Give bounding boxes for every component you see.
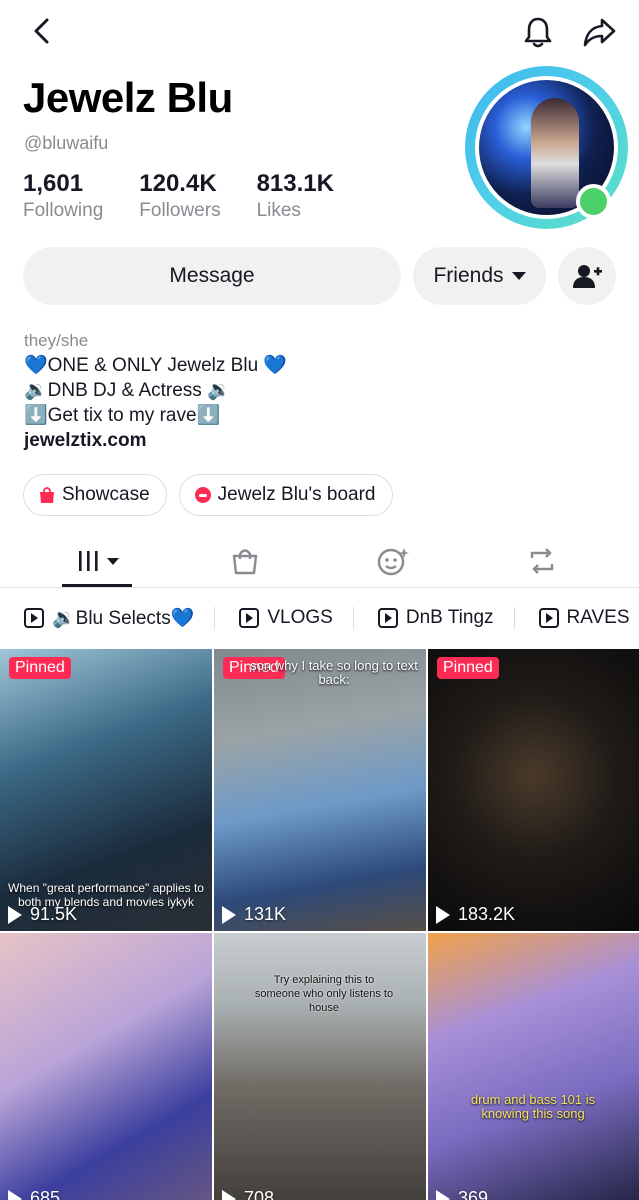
back-arrow-icon[interactable] bbox=[26, 14, 60, 48]
favorites-face-icon bbox=[377, 548, 409, 576]
bio-line: 💙ONE & ONLY Jewelz Blu 💙 bbox=[24, 355, 288, 376]
view-count-text: 131K bbox=[244, 904, 287, 924]
content-tabs bbox=[0, 534, 639, 588]
stat-value: 1,601 bbox=[23, 170, 84, 197]
board-icon bbox=[194, 487, 211, 503]
view-count-text: 369 bbox=[458, 1188, 489, 1200]
board-chip[interactable]: Jewelz Blu's board bbox=[178, 474, 393, 516]
add-user-icon bbox=[573, 265, 602, 288]
video-thumbnail[interactable]: drum and bass 101 is knowing this song 3… bbox=[428, 933, 639, 1200]
playlist-icon bbox=[239, 608, 260, 628]
video-caption: drum and bass 101 is knowing this song bbox=[470, 1092, 596, 1121]
chip-label: Jewelz Blu's board bbox=[217, 484, 376, 505]
view-count: 91.5K bbox=[8, 904, 77, 925]
play-icon bbox=[222, 1189, 236, 1200]
bell-icon[interactable] bbox=[520, 14, 556, 50]
video-thumbnail[interactable]: Try explaining this to someone who only … bbox=[214, 933, 426, 1200]
tab-shop[interactable] bbox=[215, 542, 275, 580]
profile-handle: @bluwaifu bbox=[24, 133, 109, 153]
playlist-item[interactable]: VLOGS bbox=[239, 607, 333, 629]
share-arrow-icon[interactable] bbox=[580, 14, 618, 50]
view-count: 183.2K bbox=[436, 904, 515, 925]
stat-label: Following bbox=[23, 200, 104, 221]
profile-actions: Message Friends bbox=[23, 247, 617, 305]
play-icon bbox=[8, 905, 22, 924]
profile-chips: Showcase Jewelz Blu's board bbox=[23, 474, 405, 516]
active-tab-indicator bbox=[62, 584, 132, 587]
repost-icon bbox=[530, 548, 554, 574]
tab-reposts[interactable] bbox=[512, 542, 572, 580]
stat-label: Likes bbox=[256, 200, 301, 221]
playlist-label: VLOGS bbox=[267, 607, 333, 628]
view-count-text: 183.2K bbox=[458, 904, 516, 924]
profile-name: Jewelz Blu bbox=[23, 74, 233, 121]
playlist-item[interactable]: 🔉Blu Selects💙 bbox=[24, 606, 194, 630]
video-thumbnail[interactable]: Pinned When "great performance" applies … bbox=[0, 649, 212, 931]
top-bar bbox=[0, 0, 639, 64]
view-count-text: 91.5K bbox=[30, 904, 78, 924]
friends-button[interactable]: Friends bbox=[413, 247, 546, 305]
playlist-label: DnB Tingz bbox=[405, 607, 494, 628]
stat-followers[interactable]: 120.4K Followers bbox=[139, 170, 220, 222]
view-count-text: 708 bbox=[244, 1188, 275, 1200]
video-thumbnail[interactable]: 685 bbox=[0, 933, 212, 1200]
divider bbox=[214, 607, 216, 629]
showcase-chip[interactable]: Showcase bbox=[23, 474, 167, 516]
online-status-indicator bbox=[576, 184, 611, 219]
stat-likes[interactable]: 813.1K Likes bbox=[257, 170, 334, 222]
video-thumbnail[interactable]: Pinned 183.2K bbox=[428, 649, 639, 931]
view-count: 708 bbox=[222, 1188, 274, 1200]
pinned-badge: Pinned bbox=[437, 657, 499, 679]
add-friend-button[interactable] bbox=[558, 247, 616, 305]
stat-value: 813.1K bbox=[256, 170, 334, 197]
chip-label: Showcase bbox=[62, 484, 150, 505]
playlists-row: 🔉Blu Selects💙 VLOGS DnB Tingz RAVES bbox=[0, 598, 639, 638]
shop-bag-icon bbox=[232, 549, 258, 575]
divider bbox=[352, 607, 354, 629]
playlist-label: RAVES bbox=[566, 607, 630, 628]
play-icon bbox=[436, 1189, 450, 1200]
videos-grid-icon bbox=[79, 551, 119, 571]
pronouns: they/she bbox=[24, 331, 89, 350]
shopping-bag-icon bbox=[40, 487, 54, 503]
playlist-icon bbox=[377, 608, 398, 628]
video-thumbnail[interactable]: Pinned son why I take so long to text ba… bbox=[214, 649, 426, 931]
play-icon bbox=[436, 905, 450, 924]
playlist-icon bbox=[24, 608, 44, 628]
divider bbox=[513, 607, 515, 629]
playlist-item[interactable]: RAVES bbox=[538, 607, 630, 629]
view-count: 131K bbox=[222, 904, 286, 925]
bio-line: 🔉DNB DJ & Actress 🔉 bbox=[24, 380, 231, 401]
tab-videos[interactable] bbox=[67, 542, 127, 580]
view-count-text: 685 bbox=[30, 1188, 61, 1200]
view-count: 685 bbox=[8, 1188, 60, 1200]
caret-down-icon bbox=[511, 272, 526, 280]
message-button[interactable]: Message bbox=[23, 247, 401, 305]
stat-label: Followers bbox=[139, 200, 221, 221]
stat-value: 120.4K bbox=[139, 170, 217, 197]
video-caption: Try explaining this to someone who only … bbox=[254, 974, 394, 1014]
playlist-label: 🔉Blu Selects💙 bbox=[52, 608, 195, 629]
stat-following[interactable]: 1,601 Following bbox=[23, 170, 103, 222]
friends-label: Friends bbox=[433, 264, 504, 287]
tab-favorites[interactable] bbox=[363, 542, 423, 580]
playlist-item[interactable]: DnB Tingz bbox=[377, 607, 494, 629]
playlist-icon bbox=[538, 608, 559, 628]
video-caption: son why I take so long to text back: bbox=[250, 658, 418, 687]
play-icon bbox=[222, 905, 236, 924]
bio-line: ⬇️Get tix to my rave⬇️ bbox=[24, 405, 221, 426]
profile-bio: they/she 💙ONE & ONLY Jewelz Blu 💙 🔉DNB D… bbox=[24, 328, 287, 453]
play-icon bbox=[8, 1189, 22, 1200]
bio-link[interactable]: jewelztix.com bbox=[24, 428, 287, 453]
pinned-badge: Pinned bbox=[9, 657, 71, 679]
view-count: 369 bbox=[436, 1188, 488, 1200]
profile-stats: 1,601 Following 120.4K Followers 813.1K … bbox=[23, 170, 370, 222]
